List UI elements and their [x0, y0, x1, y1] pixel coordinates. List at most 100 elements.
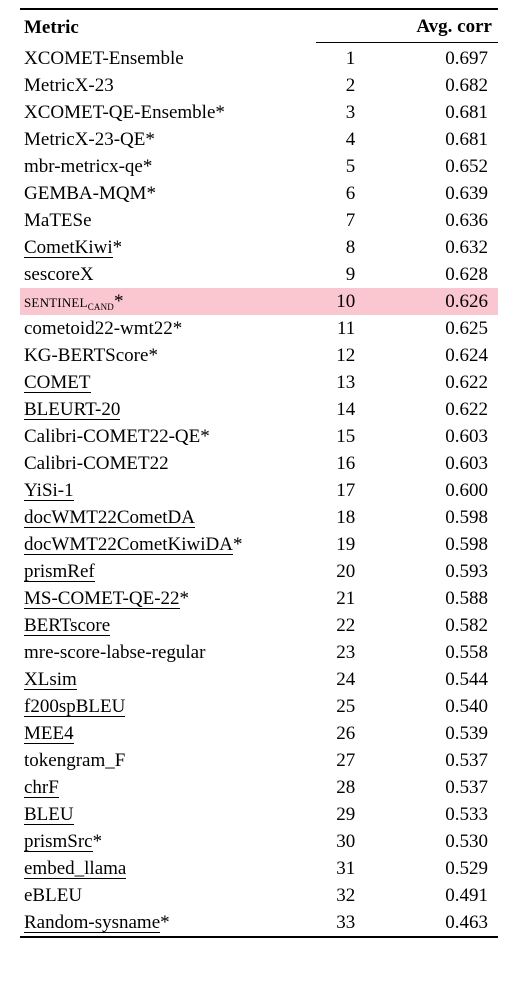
metric-cell: prismRef: [20, 558, 316, 585]
corr-cell: 0.600: [383, 477, 498, 504]
rank-cell: 3: [316, 99, 383, 126]
table-row: Random-sysname*330.463: [20, 909, 498, 937]
table-row: sentinelcand*100.626: [20, 288, 498, 315]
metric-cell: MaTESe: [20, 207, 316, 234]
corr-cell: 0.533: [383, 801, 498, 828]
metric-cell: Random-sysname*: [20, 909, 316, 937]
metric-cell: CometKiwi*: [20, 234, 316, 261]
header-metric-label: Metric: [24, 17, 79, 38]
table-row: XCOMET-Ensemble10.697: [20, 45, 498, 72]
rank-cell: 23: [316, 639, 383, 666]
table-row: MaTESe70.636: [20, 207, 498, 234]
corr-cell: 0.530: [383, 828, 498, 855]
table-row: docWMT22CometKiwiDA*190.598: [20, 531, 498, 558]
metric-cell: docWMT22CometKiwiDA*: [20, 531, 316, 558]
rank-cell: 22: [316, 612, 383, 639]
metric-cell: sescoreX: [20, 261, 316, 288]
corr-cell: 0.622: [383, 396, 498, 423]
rank-cell: 19: [316, 531, 383, 558]
corr-cell: 0.529: [383, 855, 498, 882]
header-rank-spacer: [316, 9, 383, 43]
rank-cell: 20: [316, 558, 383, 585]
table-row: KG-BERTScore*120.624: [20, 342, 498, 369]
table-row: chrF280.537: [20, 774, 498, 801]
metric-cell: XLsim: [20, 666, 316, 693]
rank-cell: 6: [316, 180, 383, 207]
table-row: MEE4260.539: [20, 720, 498, 747]
rank-cell: 10: [316, 288, 383, 315]
metric-cell: sentinelcand*: [20, 288, 316, 315]
corr-cell: 0.681: [383, 126, 498, 153]
corr-cell: 0.628: [383, 261, 498, 288]
table-row: XLsim240.544: [20, 666, 498, 693]
table-row: mbr-metricx-qe*50.652: [20, 153, 498, 180]
rank-cell: 2: [316, 72, 383, 99]
corr-cell: 0.582: [383, 612, 498, 639]
table-row: prismRef200.593: [20, 558, 498, 585]
metric-cell: prismSrc*: [20, 828, 316, 855]
table-row: embed_llama310.529: [20, 855, 498, 882]
corr-cell: 0.622: [383, 369, 498, 396]
table-body: XCOMET-Ensemble10.697MetricX-2320.682XCO…: [20, 45, 498, 937]
corr-cell: 0.539: [383, 720, 498, 747]
corr-cell: 0.544: [383, 666, 498, 693]
table-row: Calibri-COMET22160.603: [20, 450, 498, 477]
corr-cell: 0.636: [383, 207, 498, 234]
rank-cell: 28: [316, 774, 383, 801]
corr-cell: 0.626: [383, 288, 498, 315]
metric-cell: mbr-metricx-qe*: [20, 153, 316, 180]
corr-cell: 0.558: [383, 639, 498, 666]
rank-cell: 8: [316, 234, 383, 261]
corr-cell: 0.603: [383, 423, 498, 450]
metric-cell: MEE4: [20, 720, 316, 747]
rank-cell: 11: [316, 315, 383, 342]
rank-cell: 18: [316, 504, 383, 531]
header-avg-corr-label: Avg. corr: [416, 16, 492, 37]
table-row: BERTscore220.582: [20, 612, 498, 639]
rank-cell: 1: [316, 45, 383, 72]
corr-cell: 0.537: [383, 774, 498, 801]
corr-cell: 0.639: [383, 180, 498, 207]
table-row: GEMBA-MQM*60.639: [20, 180, 498, 207]
rank-cell: 16: [316, 450, 383, 477]
header-metric: Metric: [20, 9, 316, 43]
table-row: COMET130.622: [20, 369, 498, 396]
metric-cell: GEMBA-MQM*: [20, 180, 316, 207]
table-row: YiSi-1170.600: [20, 477, 498, 504]
metric-cell: COMET: [20, 369, 316, 396]
metric-cell: BLEURT-20: [20, 396, 316, 423]
results-table-wrap: Metric Avg. corr XCOMET-Ensemble10.697Me…: [0, 0, 512, 938]
corr-cell: 0.588: [383, 585, 498, 612]
metric-cell: BLEU: [20, 801, 316, 828]
metric-cell: Calibri-COMET22: [20, 450, 316, 477]
corr-cell: 0.593: [383, 558, 498, 585]
rank-cell: 7: [316, 207, 383, 234]
table-row: f200spBLEU250.540: [20, 693, 498, 720]
rank-cell: 24: [316, 666, 383, 693]
corr-cell: 0.540: [383, 693, 498, 720]
metric-cell: chrF: [20, 774, 316, 801]
metric-cell: XCOMET-Ensemble: [20, 45, 316, 72]
rank-cell: 17: [316, 477, 383, 504]
rank-cell: 26: [316, 720, 383, 747]
results-table: Metric Avg. corr XCOMET-Ensemble10.697Me…: [20, 8, 498, 938]
rank-cell: 9: [316, 261, 383, 288]
metric-cell: MetricX-23-QE*: [20, 126, 316, 153]
corr-cell: 0.682: [383, 72, 498, 99]
corr-cell: 0.598: [383, 531, 498, 558]
rank-cell: 5: [316, 153, 383, 180]
table-row: MetricX-2320.682: [20, 72, 498, 99]
table-row: MetricX-23-QE*40.681: [20, 126, 498, 153]
rank-cell: 25: [316, 693, 383, 720]
metric-cell: docWMT22CometDA: [20, 504, 316, 531]
metric-cell: f200spBLEU: [20, 693, 316, 720]
table-row: cometoid22-wmt22*110.625: [20, 315, 498, 342]
metric-cell: MS-COMET-QE-22*: [20, 585, 316, 612]
rank-cell: 29: [316, 801, 383, 828]
corr-cell: 0.537: [383, 747, 498, 774]
corr-cell: 0.624: [383, 342, 498, 369]
corr-cell: 0.625: [383, 315, 498, 342]
corr-cell: 0.603: [383, 450, 498, 477]
rank-cell: 27: [316, 747, 383, 774]
corr-cell: 0.681: [383, 99, 498, 126]
